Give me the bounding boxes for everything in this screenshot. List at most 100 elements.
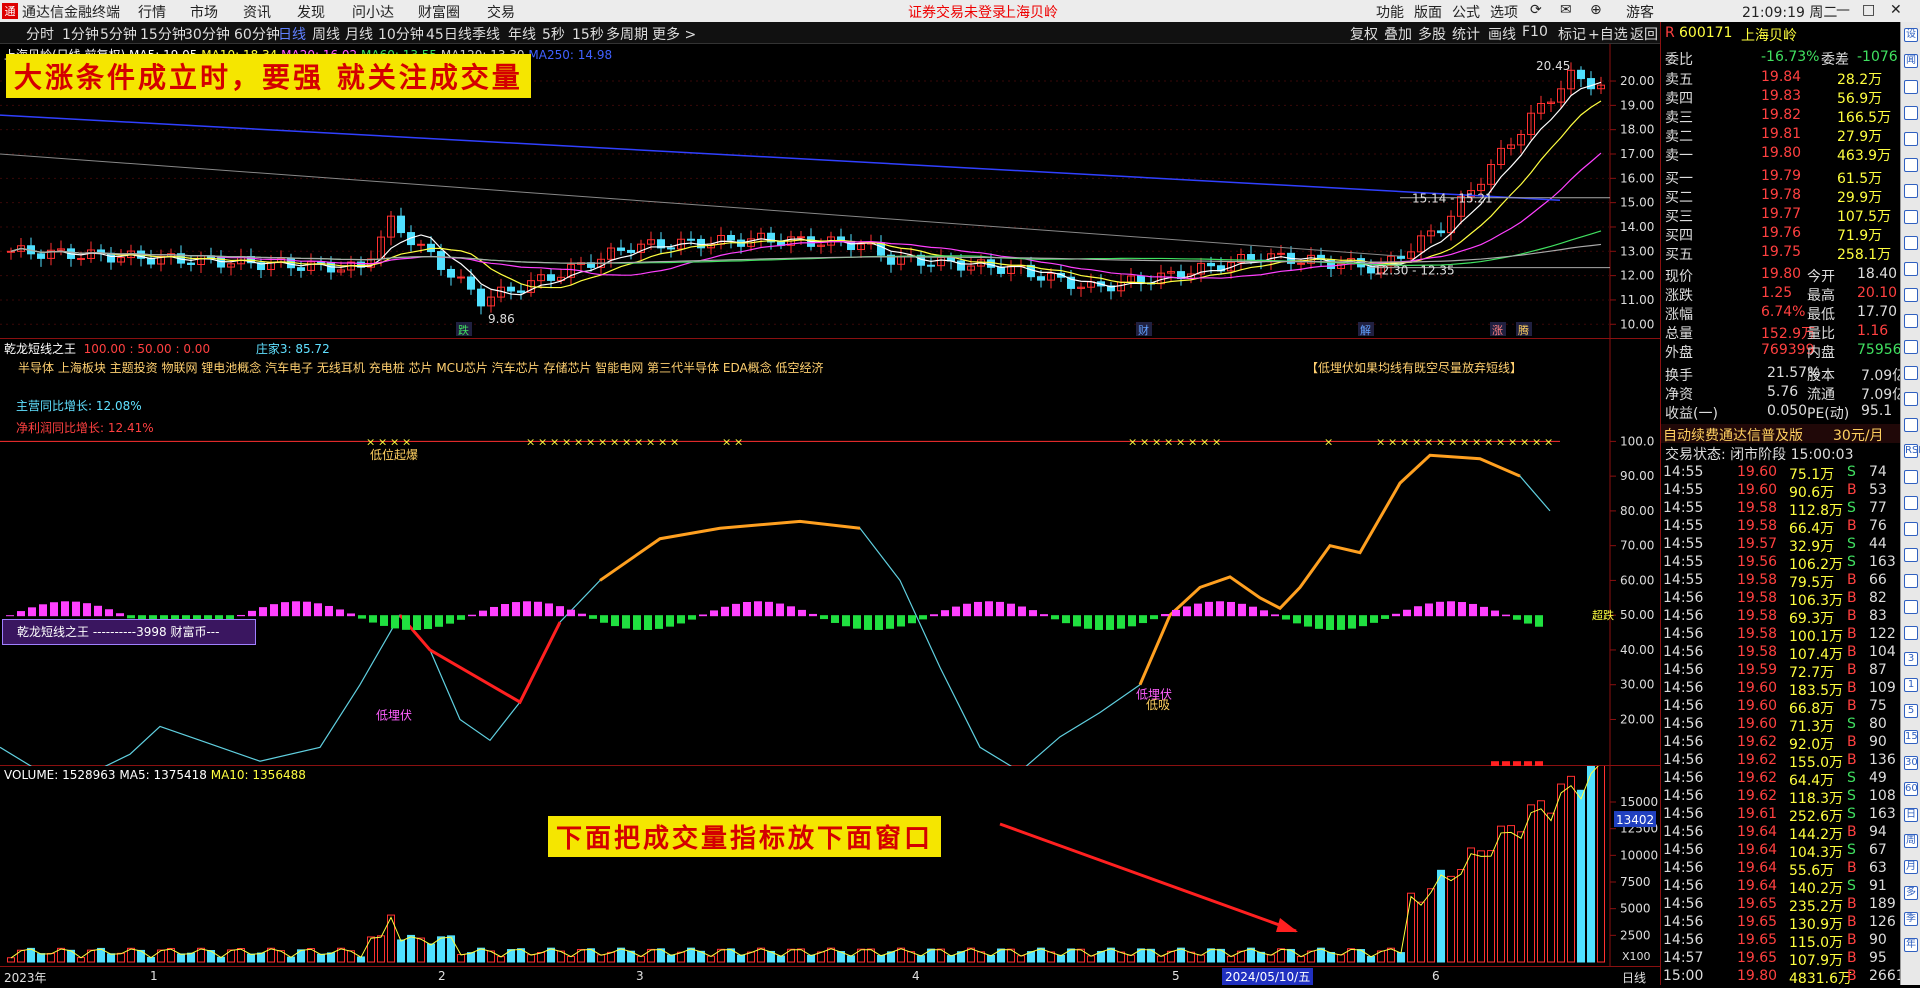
side-tool-14-icon[interactable] <box>1904 392 1918 406</box>
menu-discover[interactable]: 发现 <box>297 2 325 22</box>
indicator-promo-box[interactable]: 乾龙短线之王 ----------3998 财富币--- <box>2 619 256 645</box>
side-tool-30-icon[interactable]: 日 <box>1904 808 1918 822</box>
menu-quote[interactable]: 行情 <box>138 2 166 22</box>
side-tool-31-icon[interactable]: 周 <box>1904 834 1918 848</box>
side-tool-12-icon[interactable] <box>1904 340 1918 354</box>
mid-hist-bar <box>1425 603 1433 617</box>
side-tool-10-icon[interactable] <box>1904 288 1918 302</box>
volume-chart[interactable]: 15000125001000075005000250013402X100 <box>0 766 1660 966</box>
minimize-icon[interactable]: — <box>1836 2 1850 18</box>
side-tool-16-icon[interactable]: RSI <box>1904 444 1920 458</box>
period-1[interactable]: 1分钟 <box>62 24 99 44</box>
period-14[interactable]: 15秒 <box>572 24 604 44</box>
period-11[interactable]: 季线 <box>472 24 500 44</box>
side-tool-4-icon[interactable] <box>1904 132 1918 146</box>
side-tool-29-icon[interactable]: 60 <box>1904 782 1918 796</box>
menu-market[interactable]: 市场 <box>190 2 218 22</box>
login-notice[interactable]: 证券交易未登录 <box>908 2 1006 22</box>
side-tool-25-icon[interactable]: 1 <box>1904 678 1918 692</box>
menu-formula[interactable]: 公式 <box>1452 2 1480 22</box>
period-10[interactable]: 45日线 <box>426 24 472 44</box>
side-tool-5-icon[interactable] <box>1904 158 1918 172</box>
side-tool-24-icon[interactable]: 3 <box>1904 652 1918 666</box>
side-tool-32-icon[interactable]: 月 <box>1904 860 1918 874</box>
side-tool-1-icon[interactable]: 闻 <box>1904 54 1918 68</box>
buy-row-2-cell: 19.77 <box>1761 206 1802 222</box>
side-tool-20-icon[interactable] <box>1904 548 1918 562</box>
indicator-chart[interactable]: 100.0 90.00 80.00 70.00 60.00 50.00 40.00 30.00… <box>0 339 1660 766</box>
volume-bar <box>1487 850 1495 963</box>
volume-panel[interactable]: 15000 12500 10000 7500 5000 2500 13402 X100 VOL… <box>0 766 1660 966</box>
side-tool-18-icon[interactable] <box>1904 496 1918 510</box>
tool-6[interactable]: 标记 <box>1558 24 1586 44</box>
user-label[interactable]: 游客 <box>1626 2 1654 22</box>
mid-hist-bar <box>116 613 124 617</box>
menu-options[interactable]: 选项 <box>1490 2 1518 22</box>
refresh-icon[interactable]: ⟳ <box>1530 2 1542 18</box>
tool-2[interactable]: 多股 <box>1418 24 1446 44</box>
mid-hist-bar <box>1458 602 1466 617</box>
period-15[interactable]: 多周期 <box>606 24 648 44</box>
menu-layout[interactable]: 版面 <box>1414 2 1442 22</box>
period-12[interactable]: 年线 <box>508 24 536 44</box>
period-7[interactable]: 周线 <box>312 24 340 44</box>
menu-news[interactable]: 资讯 <box>243 2 271 22</box>
price-panel[interactable]: 20.00 19.00 18.00 17.00 16.00 15.00 14.00 13.00… <box>0 44 1660 339</box>
side-tool-2-icon[interactable] <box>1904 80 1918 94</box>
side-tool-21-icon[interactable] <box>1904 574 1918 588</box>
side-tool-6-icon[interactable] <box>1904 184 1918 198</box>
side-tool-22-icon[interactable] <box>1904 600 1918 614</box>
period-5[interactable]: 60分钟 <box>234 24 280 44</box>
side-tool-26-icon[interactable]: 5 <box>1904 704 1918 718</box>
tool-4[interactable]: 画线 <box>1488 24 1516 44</box>
tool-0[interactable]: 复权 <box>1350 24 1378 44</box>
side-tool-19-icon[interactable] <box>1904 522 1918 536</box>
side-tool-13-icon[interactable] <box>1904 366 1918 380</box>
period-3[interactable]: 15分钟 <box>140 24 186 44</box>
tool-3[interactable]: 统计 <box>1452 24 1480 44</box>
vertical-toolbar: 设闻 RSI 3 1 5 15 30 60 日周月多季年 <box>1900 22 1920 985</box>
menu-wealth[interactable]: 财富圈 <box>418 2 460 22</box>
side-tool-3-icon[interactable] <box>1904 106 1918 120</box>
side-tool-11-icon[interactable] <box>1904 314 1918 328</box>
period-9[interactable]: 10分钟 <box>378 24 424 44</box>
tick-row-9: 14:56 19.58 100.1万 B 122 <box>1661 625 1901 645</box>
side-tool-9-icon[interactable] <box>1904 262 1918 276</box>
volume-bar <box>1417 901 1425 963</box>
side-tool-23-icon[interactable] <box>1904 626 1918 640</box>
indicator-panel[interactable]: 100.0 90.00 80.00 70.00 60.00 50.00 40.00 30.00… <box>0 339 1660 766</box>
tool-5[interactable]: F10 <box>1522 24 1548 40</box>
side-tool-33-icon[interactable]: 多 <box>1904 886 1918 900</box>
tool-1[interactable]: 叠加 <box>1384 24 1412 44</box>
menu-trade[interactable]: 交易 <box>487 2 515 22</box>
period-0[interactable]: 分时 <box>26 24 54 44</box>
period-8[interactable]: 月线 <box>345 24 373 44</box>
tool-8[interactable]: 返回 <box>1630 24 1658 44</box>
period-label[interactable]: 日线 <box>1622 969 1646 986</box>
side-tool-34-icon[interactable]: 季 <box>1904 912 1918 926</box>
vol-ma-line <box>10 766 1599 959</box>
mail-icon[interactable]: ✉ <box>1560 2 1572 18</box>
link-icon[interactable]: ⊕ <box>1590 2 1602 18</box>
volume-header: VOLUME: 1528963 MA5: 1375418 MA10: 13564… <box>4 768 306 782</box>
side-tool-8-icon[interactable] <box>1904 236 1918 250</box>
period-13[interactable]: 5秒 <box>542 24 565 44</box>
period-6[interactable]: 日线 <box>278 24 306 44</box>
period-4[interactable]: 30分钟 <box>184 24 230 44</box>
side-tool-7-icon[interactable] <box>1904 210 1918 224</box>
period-2[interactable]: 5分钟 <box>100 24 137 44</box>
period-16[interactable]: 更多 > <box>652 24 696 44</box>
side-tool-0-icon[interactable]: 设 <box>1904 28 1918 42</box>
maximize-icon[interactable]: □ <box>1862 2 1875 18</box>
side-tool-17-icon[interactable] <box>1904 470 1918 484</box>
ind-axis-label: 60.00 <box>1620 573 1654 587</box>
side-tool-15-icon[interactable] <box>1904 418 1918 432</box>
side-tool-35-icon[interactable]: 年 <box>1904 938 1918 952</box>
side-tool-27-icon[interactable]: 15 <box>1904 730 1918 744</box>
x-label-apr: 4 <box>912 969 920 983</box>
menu-function[interactable]: 功能 <box>1376 2 1404 22</box>
tool-7[interactable]: +自选 <box>1588 24 1628 44</box>
close-icon[interactable]: ✕ <box>1890 2 1902 18</box>
menu-xiaoda[interactable]: 问小达 <box>352 2 394 22</box>
side-tool-28-icon[interactable]: 30 <box>1904 756 1918 770</box>
